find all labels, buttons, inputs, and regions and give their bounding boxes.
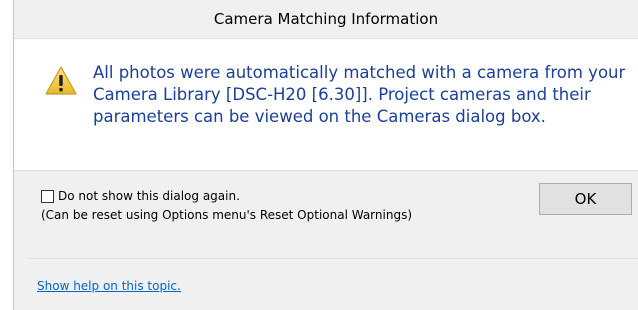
dont-show-again-checkbox[interactable] <box>41 190 54 203</box>
reset-note: (Can be reset using Options menu's Reset… <box>41 208 413 222</box>
dialog-message: All photos were automatically matched wi… <box>93 63 626 126</box>
dont-show-again-row[interactable]: Do not show this dialog again. <box>41 188 240 205</box>
window-left-edge <box>0 0 14 310</box>
dialog-title: Camera Matching Information <box>213 10 439 28</box>
dont-show-again-label[interactable]: Do not show this dialog again. <box>58 188 240 205</box>
warning-icon <box>45 66 77 95</box>
dialog-message-area: All photos were automatically matched wi… <box>14 39 638 171</box>
dialog-footer: Do not show this dialog again. (Can be r… <box>14 171 638 310</box>
help-link[interactable]: Show help on this topic. <box>37 278 181 294</box>
ok-button[interactable]: OK <box>539 183 632 215</box>
footer-divider <box>28 258 638 259</box>
dialog-titlebar[interactable]: Camera Matching Information <box>14 0 638 39</box>
